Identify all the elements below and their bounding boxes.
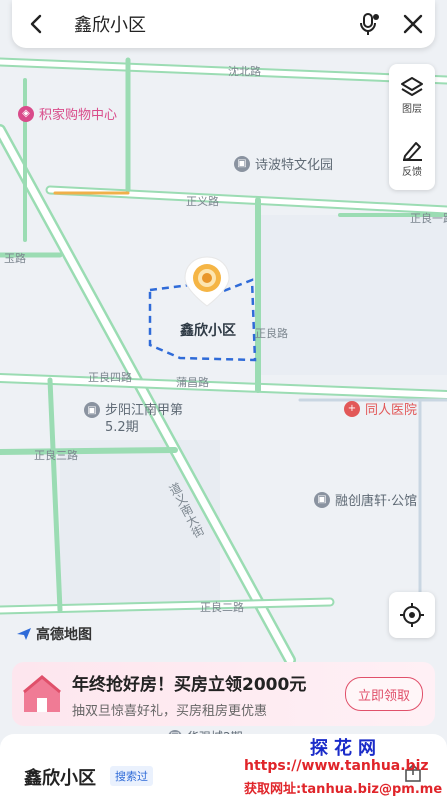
- voice-search-button[interactable]: [347, 0, 391, 48]
- layers-button[interactable]: 图层: [389, 64, 435, 127]
- back-button[interactable]: [12, 0, 62, 48]
- hospital-cross-icon: +: [344, 400, 360, 417]
- poi-hospital[interactable]: + 同人医院: [344, 399, 417, 418]
- microphone-icon: [360, 13, 379, 35]
- layers-label: 图层: [402, 104, 422, 115]
- locate-me-button[interactable]: [389, 592, 435, 638]
- watermark-title: 探花网: [310, 738, 382, 759]
- building-icon: ▣: [234, 155, 250, 172]
- edit-pen-icon: [403, 142, 422, 161]
- road-label: 正良路: [255, 327, 288, 340]
- community-pin-icon[interactable]: [180, 254, 234, 308]
- close-button[interactable]: [391, 0, 435, 48]
- promo-headline: 年终抢好房！买房立领2000元: [72, 674, 307, 695]
- search-bar: 鑫欣小区: [12, 0, 435, 48]
- poi-bywater[interactable]: ▣ 步阳江南甲第5.2期: [84, 402, 187, 436]
- house-icon: [12, 662, 72, 726]
- search-query[interactable]: 鑫欣小区: [62, 11, 347, 37]
- place-name: 鑫欣小区: [24, 768, 96, 789]
- map-brand: 高德地图: [16, 624, 92, 644]
- road-label: 正义路: [186, 195, 219, 208]
- road-label: 正良三路: [34, 449, 78, 462]
- watermark-url: https://www.tanhua.biz: [244, 758, 429, 774]
- back-arrow-icon: [30, 14, 42, 34]
- road-label: 玉路: [4, 252, 26, 265]
- road-label: 正良四路: [88, 371, 132, 384]
- road-label: 正良一路: [410, 212, 447, 225]
- building-icon: ▣: [314, 491, 330, 508]
- watermark-mail: 获取网址:tanhua.biz@pm.me: [244, 782, 443, 797]
- map-tools-panel: 图层 反馈: [389, 64, 435, 190]
- searched-tag: 搜索过: [110, 766, 153, 786]
- poi-residence[interactable]: ▣ 融创唐轩·公馆: [314, 490, 417, 509]
- road-label: 正良二路: [200, 601, 244, 614]
- poi-culture-park[interactable]: ▣ 诗波特文化园: [234, 154, 333, 173]
- community-label: 鑫欣小区: [180, 323, 236, 339]
- claim-now-button[interactable]: 立即领取: [345, 677, 423, 711]
- promo-subtext: 抽双旦惊喜好礼，买房租房更优惠: [72, 703, 268, 719]
- road-label: 蒲昌路: [176, 376, 209, 389]
- feedback-button[interactable]: 反馈: [389, 127, 435, 190]
- poi-mall[interactable]: ◈ 积家购物中心: [18, 104, 117, 123]
- navigation-arrow-icon: [17, 628, 31, 640]
- close-icon: [403, 14, 423, 34]
- shopping-bag-icon: ◈: [18, 105, 34, 122]
- building-icon: ▣: [84, 402, 100, 418]
- brand-label: 高德地图: [36, 627, 92, 643]
- promo-banner[interactable]: 年终抢好房！买房立领2000元 抽双旦惊喜好礼，买房租房更优惠 立即领取: [12, 662, 435, 726]
- road-label: 沈北路: [228, 65, 261, 78]
- layers-icon: [401, 77, 423, 96]
- feedback-label: 反馈: [402, 167, 422, 178]
- locate-crosshair-icon: [400, 603, 424, 627]
